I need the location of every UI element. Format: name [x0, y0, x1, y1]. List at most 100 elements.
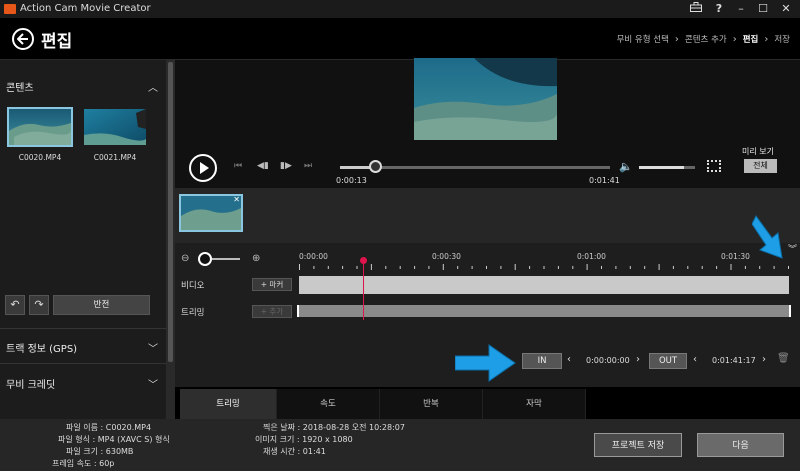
seek-handle[interactable] — [369, 160, 383, 173]
minimize-icon[interactable]: – — [731, 1, 751, 17]
trash-icon[interactable]: 🗑 — [777, 353, 791, 368]
ruler-tick — [687, 266, 689, 269]
contents-label: 콘텐츠 — [6, 83, 34, 94]
tab-speed[interactable]: 속도 — [277, 389, 380, 419]
next-button[interactable]: 다음 — [697, 433, 784, 457]
app-title: Action Cam Movie Creator — [20, 3, 151, 14]
add-trim-button[interactable]: + 추가 — [252, 305, 292, 318]
sidebar-scrollbar[interactable] — [166, 60, 175, 420]
gps-section-header[interactable]: 트랙 정보 (GPS) ﹀ — [0, 328, 166, 364]
in-next-icon[interactable]: › — [636, 354, 640, 365]
ruler-tick — [788, 266, 789, 269]
zoom-in-icon[interactable]: ⊕ — [252, 253, 260, 264]
ruler-tick — [716, 266, 718, 269]
ruler-tick — [672, 266, 674, 269]
rotate-right-button[interactable]: ↷ — [29, 295, 49, 315]
ruler-tick — [773, 266, 775, 269]
save-project-button[interactable]: 프로젝트 저장 — [594, 433, 682, 457]
info-image-size: 이미지 크기 : 1920 x 1080 — [255, 435, 353, 444]
ruler-label: 0:01:00 — [577, 252, 606, 261]
rotate-left-button[interactable]: ↶ — [5, 295, 25, 315]
breadcrumb-add-content[interactable]: 콘텐츠 추가 — [685, 33, 727, 45]
toolbox-icon[interactable] — [686, 1, 706, 17]
ruler-tick — [744, 266, 746, 269]
content-thumbnail-c0020[interactable] — [7, 107, 73, 147]
help-icon[interactable]: ? — [709, 1, 729, 17]
collapse-chevrons-icon[interactable]: ︾ — [788, 242, 797, 255]
tab-subtitle[interactable]: 자막 — [483, 389, 586, 419]
contents-section-header[interactable]: 콘텐츠 ︿ — [0, 68, 166, 104]
ruler-tick — [759, 266, 761, 269]
chevron-down-icon[interactable]: ﹀ — [148, 340, 158, 355]
out-next-icon[interactable]: › — [762, 354, 766, 365]
ruler-tick — [370, 264, 372, 270]
zoom-slider-track[interactable] — [212, 258, 240, 260]
frame-back-icon[interactable]: ◀▮ — [257, 161, 269, 171]
video-track-label: 비디오 — [181, 281, 205, 291]
flip-button[interactable]: 반전 — [53, 295, 150, 315]
ruler-tick — [385, 266, 387, 269]
skip-start-icon[interactable]: ⏮ — [234, 161, 242, 171]
fullscreen-icon[interactable] — [707, 160, 721, 172]
rotate-left-icon: ↶ — [10, 298, 20, 311]
video-preview[interactable] — [414, 58, 557, 140]
close-icon[interactable]: ✕ — [776, 1, 796, 17]
info-file-format: 파일 형식 : MP4 (XAVC S) 형식 — [58, 435, 170, 444]
in-prev-icon[interactable]: ‹ — [567, 354, 571, 365]
out-prev-icon[interactable]: ‹ — [693, 354, 697, 365]
video-track[interactable] — [299, 276, 789, 294]
skip-end-icon[interactable]: ⏭ — [304, 161, 312, 171]
out-button[interactable]: OUT — [649, 353, 687, 369]
ruler-tick — [313, 266, 315, 269]
ruler-tick — [658, 264, 660, 270]
zoom-slider-handle[interactable] — [198, 252, 212, 266]
volume-icon[interactable]: 🔈 — [619, 160, 633, 173]
info-shot-date: 찍은 날짜 : 2018-08-28 오전 10:28:07 — [263, 423, 405, 432]
zoom-out-icon[interactable]: ⊖ — [181, 253, 189, 264]
in-button[interactable]: IN — [522, 353, 562, 369]
rotate-right-icon: ↷ — [34, 298, 44, 311]
ruler-tick — [586, 264, 588, 270]
remove-clip-icon[interactable]: ✕ — [233, 196, 240, 204]
content-thumbnail-c0021[interactable] — [84, 109, 146, 145]
ruler-tick — [471, 266, 473, 269]
add-marker-button[interactable]: + 마커 — [252, 278, 292, 291]
chevron-down-icon[interactable]: ﹀ — [148, 376, 158, 391]
underwater-video-frame — [414, 58, 557, 140]
ruler-tick — [730, 264, 732, 270]
ruler-label: 0:01:30 — [721, 252, 750, 261]
chevron-up-icon[interactable]: ︿ — [148, 79, 158, 94]
volume-slider[interactable] — [639, 166, 695, 169]
trim-track[interactable] — [297, 305, 791, 317]
play-button[interactable] — [189, 154, 217, 182]
ruler-tick — [572, 266, 574, 269]
chevron-right-icon: › — [674, 33, 679, 45]
playhead[interactable] — [363, 262, 364, 320]
frame-forward-icon[interactable]: ▮▶ — [280, 161, 292, 171]
ruler-tick — [615, 266, 617, 269]
info-frame-rate: 프레임 속도 : 60p — [52, 459, 115, 468]
timeline-ruler[interactable] — [299, 264, 789, 270]
breadcrumb-save[interactable]: 저장 — [774, 33, 790, 45]
breadcrumb-edit: 편집 — [742, 35, 759, 45]
annotation-arrow-icon — [752, 215, 783, 259]
playhead-handle[interactable] — [360, 257, 367, 264]
scrollbar-thumb[interactable] — [168, 62, 173, 362]
ruler-tick — [701, 266, 703, 269]
back-button[interactable] — [12, 28, 34, 50]
credit-section-header[interactable]: 무비 크레딧 ﹀ — [0, 365, 166, 401]
timeline-clip-thumbnail[interactable]: ✕ — [179, 194, 243, 232]
tab-repeat[interactable]: 반복 — [380, 389, 483, 419]
ruler-tick — [543, 266, 545, 269]
preview-all-button[interactable]: 전체 — [744, 159, 777, 173]
annotation-arrow-icon — [455, 344, 516, 382]
maximize-icon[interactable]: ☐ — [753, 1, 773, 17]
tab-trimming[interactable]: 트리밍 — [180, 389, 277, 419]
ruler-tick — [428, 266, 430, 269]
breadcrumb-movie-type[interactable]: 무비 유형 선택 — [617, 33, 669, 45]
ruler-tick — [399, 266, 401, 269]
underwater-thumbnail-image — [9, 109, 71, 145]
info-file-size: 파일 크기 : 630MB — [66, 447, 134, 456]
ruler-tick — [514, 264, 516, 270]
clip-strip — [175, 188, 800, 243]
